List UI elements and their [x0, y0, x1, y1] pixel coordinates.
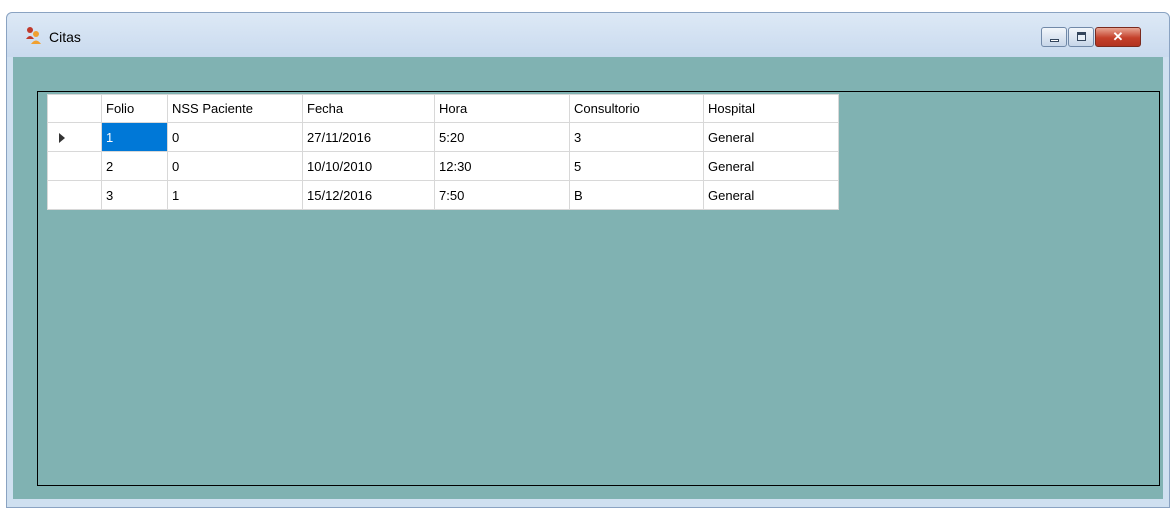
column-header-fecha[interactable]: Fecha	[302, 94, 435, 123]
minimize-icon	[1050, 39, 1059, 42]
table-cell[interactable]: 0	[167, 151, 303, 181]
table-cell[interactable]: 3	[101, 180, 168, 210]
table-cell[interactable]: 27/11/2016	[302, 122, 435, 152]
table-cell[interactable]: 1	[167, 180, 303, 210]
table-cell[interactable]: 3	[569, 122, 704, 152]
table-row[interactable]: 1 0 27/11/2016 5:20 3 General	[47, 122, 839, 152]
row-header[interactable]	[47, 122, 102, 152]
maximize-button[interactable]	[1068, 27, 1094, 47]
table-cell[interactable]: 1	[101, 122, 168, 152]
table-cell[interactable]: General	[703, 180, 839, 210]
table-cell[interactable]: General	[703, 122, 839, 152]
close-button[interactable]: ✕	[1095, 27, 1141, 47]
row-header[interactable]	[47, 180, 102, 210]
table-cell[interactable]: 0	[167, 122, 303, 152]
table-cell[interactable]: 2	[101, 151, 168, 181]
row-header[interactable]	[47, 151, 102, 181]
table-cell[interactable]: 12:30	[434, 151, 570, 181]
table-cell[interactable]: 5:20	[434, 122, 570, 152]
form-client-area: Folio NSS Paciente Fecha Hora Consultori…	[13, 57, 1163, 499]
table-cell[interactable]: 5	[569, 151, 704, 181]
citas-data-grid[interactable]: Folio NSS Paciente Fecha Hora Consultori…	[37, 91, 1160, 486]
table-cell[interactable]: General	[703, 151, 839, 181]
citas-window: Citas ✕ Folio NSS Paciente Fecha Hora Co…	[6, 12, 1170, 508]
column-header-hora[interactable]: Hora	[434, 94, 570, 123]
column-header-nss-paciente[interactable]: NSS Paciente	[167, 94, 303, 123]
people-icon	[26, 27, 41, 44]
table-row[interactable]: 2 0 10/10/2010 12:30 5 General	[47, 151, 839, 181]
table-cell[interactable]: 10/10/2010	[302, 151, 435, 181]
row-pointer-arrow-icon	[59, 133, 65, 143]
citas-table: Folio NSS Paciente Fecha Hora Consultori…	[47, 94, 839, 210]
maximize-icon	[1077, 32, 1086, 41]
table-cell[interactable]: 7:50	[434, 180, 570, 210]
close-icon: ✕	[1112, 29, 1124, 44]
title-bar[interactable]: Citas ✕	[7, 13, 1169, 57]
header-row: Folio NSS Paciente Fecha Hora Consultori…	[47, 94, 839, 123]
column-header-hospital[interactable]: Hospital	[703, 94, 839, 123]
table-cell[interactable]: 15/12/2016	[302, 180, 435, 210]
minimize-button[interactable]	[1041, 27, 1067, 47]
row-header-corner[interactable]	[47, 94, 102, 123]
column-header-consultorio[interactable]: Consultorio	[569, 94, 704, 123]
window-title: Citas	[49, 29, 81, 45]
column-header-folio[interactable]: Folio	[101, 94, 168, 123]
table-cell[interactable]: B	[569, 180, 704, 210]
table-row[interactable]: 3 1 15/12/2016 7:50 B General	[47, 180, 839, 210]
